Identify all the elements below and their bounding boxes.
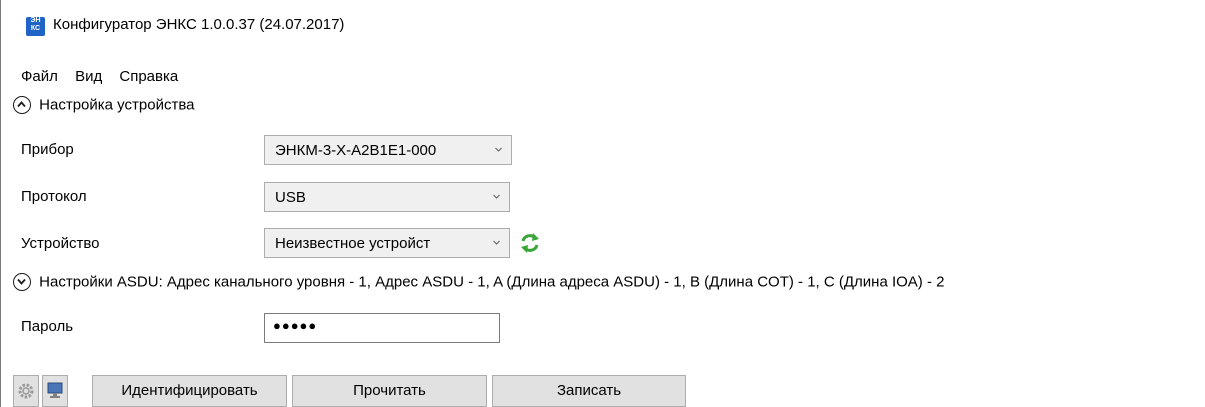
menu-view[interactable]: Вид (75, 68, 102, 85)
menu-file[interactable]: Файл (21, 68, 58, 85)
chevron-down-icon (495, 147, 502, 152)
protocol-select[interactable]: USB (264, 182, 510, 212)
device-settings-header[interactable]: Настройка устройства (13, 96, 194, 118)
password-field[interactable]: ●●●●● (264, 313, 500, 343)
read-button[interactable]: Прочитать (292, 375, 487, 407)
protocol-value: USB (275, 189, 306, 206)
menu-bar: Файл Вид Справка (21, 68, 191, 88)
chevron-up-circle-icon[interactable] (13, 96, 31, 115)
device-model-select[interactable]: ЭНКМ-3-Х-А2В1Е1-000 (264, 135, 512, 165)
device-target-select[interactable]: Неизвестное устройст (264, 228, 510, 258)
write-button[interactable]: Записать (492, 375, 686, 407)
device-model-label: Прибор (21, 141, 74, 158)
device-target-label: Устройство (21, 235, 100, 252)
asdu-settings-label: Настройки ASDU: Адрес канального уровня … (39, 273, 945, 291)
title-bar: ЭН КС Конфигуратор ЭНКС 1.0.0.37 (24.07.… (1, 0, 1205, 58)
app-icon: ЭН КС (26, 17, 45, 36)
settings-button[interactable] (13, 375, 39, 407)
asdu-settings-header[interactable]: Настройки ASDU: Адрес канального уровня … (13, 273, 944, 295)
gear-icon (18, 383, 34, 399)
device-settings-label: Настройка устройства (39, 96, 195, 114)
chevron-down-icon (493, 240, 500, 245)
menu-help[interactable]: Справка (119, 68, 178, 85)
window-title: Конфигуратор ЭНКС 1.0.0.37 (24.07.2017) (53, 16, 345, 33)
protocol-label: Протокол (21, 188, 87, 205)
chevron-down-circle-icon[interactable] (13, 273, 31, 292)
identify-button[interactable]: Идентифицировать (92, 375, 287, 407)
password-mask: ●●●●● (273, 318, 318, 333)
main-window: ЭН КС Конфигуратор ЭНКС 1.0.0.37 (24.07.… (0, 0, 1204, 407)
device-target-value: Неизвестное устройст (275, 235, 431, 252)
chevron-down-icon (493, 194, 500, 199)
device-model-value: ЭНКМ-3-Х-А2В1Е1-000 (275, 142, 437, 159)
monitor-icon (47, 382, 63, 398)
password-label: Пароль (21, 318, 74, 335)
refresh-icon[interactable] (519, 232, 541, 254)
monitor-button[interactable] (42, 375, 68, 407)
